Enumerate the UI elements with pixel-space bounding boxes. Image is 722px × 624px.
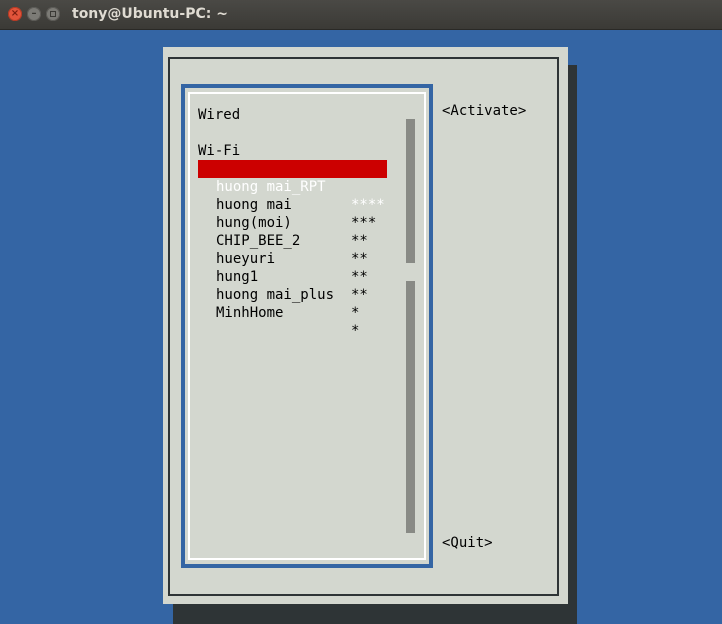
list-item-network-1[interactable]: huong mai ***: [198, 178, 387, 231]
network-signal: *: [351, 305, 360, 321]
list-item-network-6[interactable]: huong mai_plus *: [198, 268, 387, 321]
section-header-wired: Wired: [198, 107, 241, 123]
scrollbar-thumb[interactable]: [406, 263, 415, 281]
window-title: tony@Ubuntu-PC: ~: [72, 6, 228, 22]
list-item-network-7[interactable]: MinhHome *: [198, 286, 387, 339]
maximize-window-button[interactable]: [46, 7, 60, 21]
minimize-window-button[interactable]: –: [27, 7, 41, 21]
nmtui-dialog: Wired Wi-Fi huong mai_RPT **** huong mai…: [163, 47, 568, 604]
list-item-network-0[interactable]: huong mai_RPT ****: [198, 160, 387, 213]
close-window-button[interactable]: ×: [8, 7, 22, 21]
section-header-wifi: Wi-Fi: [198, 143, 241, 159]
network-signal: *: [351, 323, 360, 339]
list-item-network-5[interactable]: hung1 **: [198, 250, 387, 303]
list-item-network-2[interactable]: hung(moi) **: [198, 196, 387, 249]
network-ssid: MinhHome: [216, 305, 284, 321]
connection-list[interactable]: Wired Wi-Fi huong mai_RPT **** huong mai…: [181, 84, 433, 568]
window-titlebar: × – tony@Ubuntu-PC: ~: [0, 0, 722, 30]
activate-button[interactable]: <Activate>: [442, 102, 526, 120]
quit-button[interactable]: <Quit>: [442, 534, 493, 552]
list-item-network-4[interactable]: hueyuri **: [198, 232, 387, 285]
list-scrollbar[interactable]: [406, 119, 415, 533]
list-item-network-3[interactable]: CHIP_BEE_2 **: [198, 214, 387, 267]
